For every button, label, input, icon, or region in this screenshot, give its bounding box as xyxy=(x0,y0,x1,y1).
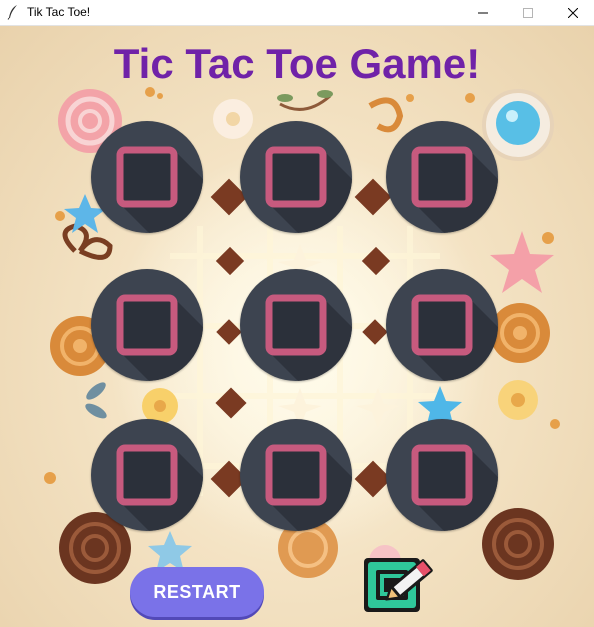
game-title: Tic Tac Toe Game! xyxy=(113,40,481,87)
pencil-edit-icon[interactable] xyxy=(360,544,442,616)
board-cell-5[interactable] xyxy=(240,269,352,381)
minimize-button[interactable] xyxy=(460,0,505,25)
square-mark-icon xyxy=(411,294,498,381)
board-cell-2[interactable] xyxy=(240,121,352,233)
board-cell-3[interactable] xyxy=(386,121,498,233)
minimize-icon xyxy=(477,12,488,13)
window-titlebar[interactable]: Tik Tac Toe! xyxy=(0,0,594,26)
board-cell-6[interactable] xyxy=(386,269,498,381)
square-mark-icon xyxy=(411,146,498,233)
board-cell-8[interactable] xyxy=(240,419,352,531)
close-icon xyxy=(567,7,578,18)
square-mark-icon xyxy=(116,146,203,233)
feather-icon xyxy=(7,5,17,20)
maximize-button[interactable] xyxy=(505,0,550,25)
square-mark-icon xyxy=(265,146,352,233)
board-cell-1[interactable] xyxy=(91,121,203,233)
close-button[interactable] xyxy=(550,0,594,25)
square-mark-icon xyxy=(116,444,203,531)
board-cell-9[interactable] xyxy=(386,419,498,531)
square-mark-icon xyxy=(116,294,203,381)
board-cell-4[interactable] xyxy=(91,269,203,381)
square-mark-icon xyxy=(411,444,498,531)
board-cell-7[interactable] xyxy=(91,419,203,531)
restart-button[interactable]: RESTART xyxy=(130,567,264,617)
window-title: Tik Tac Toe! xyxy=(27,5,91,19)
square-mark-icon xyxy=(265,294,352,381)
square-mark-icon xyxy=(265,444,352,531)
maximize-icon xyxy=(522,7,533,18)
game-canvas: Tic Tac Toe Game! RESTART xyxy=(0,26,594,627)
